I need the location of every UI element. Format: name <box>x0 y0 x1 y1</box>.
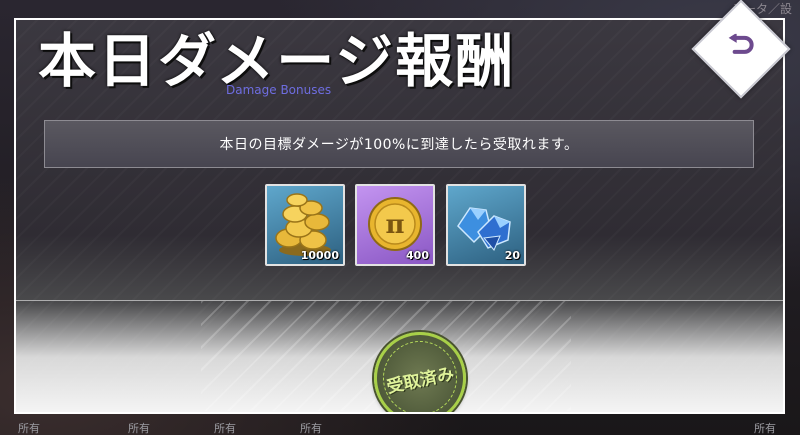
bottom-tab-label[interactable]: 所有 <box>754 420 776 435</box>
reward-item-gold[interactable]: 10000 <box>265 184 345 266</box>
damage-bonus-modal: 本日ダメージ報酬 Damage Bonuses 本日の目標ダメージが100%に到… <box>14 18 785 414</box>
svg-text:π: π <box>385 210 404 240</box>
bottom-tab-bar: 所有 所有 所有 所有 所有 <box>0 418 800 435</box>
bottom-tab-label[interactable]: 所有 <box>300 420 322 435</box>
bottom-tab-label[interactable]: 所有 <box>18 420 40 435</box>
reward-count: 10000 <box>300 249 339 262</box>
return-arrow-icon <box>727 32 755 65</box>
modal-divider <box>16 300 783 301</box>
reward-count: 20 <box>504 249 520 262</box>
bottom-tab-label[interactable]: 所有 <box>128 420 150 435</box>
claimed-stamp: 受取済み <box>374 332 466 412</box>
reward-item-token[interactable]: π 400 <box>355 184 435 266</box>
notice-text: 本日の目標ダメージが100%に到達したら受取れます。 <box>219 137 579 153</box>
notice-box: 本日の目標ダメージが100%に到達したら受取れます。 <box>44 120 754 168</box>
reward-item-gems[interactable]: 20 <box>446 184 526 266</box>
bottom-tab-label[interactable]: 所有 <box>214 420 236 435</box>
modal-subtitle: Damage Bonuses <box>226 83 332 97</box>
reward-count: 400 <box>406 249 429 262</box>
